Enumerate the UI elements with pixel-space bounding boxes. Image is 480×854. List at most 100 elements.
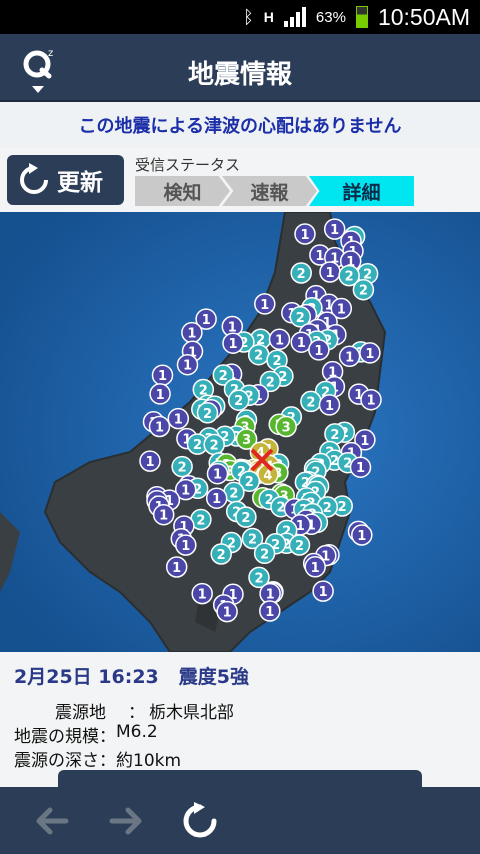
svg-text:2: 2 bbox=[229, 486, 238, 501]
intensity-marker-2: 2 bbox=[203, 433, 225, 456]
svg-text:1: 1 bbox=[183, 359, 192, 374]
tsunami-banner: この地震による津波の心配はありません bbox=[0, 102, 480, 148]
svg-text:1: 1 bbox=[330, 223, 339, 238]
svg-text:1: 1 bbox=[213, 468, 222, 483]
intensity-marker-1: 1 bbox=[308, 339, 330, 361]
svg-text:2: 2 bbox=[330, 428, 339, 443]
svg-text:1: 1 bbox=[202, 313, 211, 328]
intensity-marker-2: 2 bbox=[290, 262, 312, 284]
info-row-depth: 震源の深さ ： 約10km bbox=[14, 746, 181, 771]
intensity-marker-1: 1 bbox=[167, 407, 190, 430]
intensity-marker-2: 2 bbox=[227, 389, 250, 411]
svg-text:1: 1 bbox=[319, 585, 328, 600]
svg-text:1: 1 bbox=[311, 561, 320, 576]
svg-text:2: 2 bbox=[323, 501, 332, 516]
intensity-marker-1: 1 bbox=[304, 556, 326, 578]
intensity-marker-1: 1 bbox=[268, 328, 291, 351]
clock: 10:50AM bbox=[377, 3, 470, 30]
reload-icon bbox=[183, 802, 217, 838]
svg-text:1: 1 bbox=[315, 249, 324, 264]
svg-text:1: 1 bbox=[357, 529, 366, 544]
intensity-marker-1: 1 bbox=[148, 415, 171, 438]
svg-text:1: 1 bbox=[297, 336, 306, 351]
back-button[interactable] bbox=[32, 801, 72, 841]
intensity-marker-1: 1 bbox=[149, 383, 171, 405]
svg-text:1: 1 bbox=[172, 561, 181, 576]
battery-percent: 63% bbox=[315, 8, 346, 26]
svg-text:1: 1 bbox=[345, 350, 354, 365]
system-status-bar: ᛒ H 63% 10:50AM bbox=[0, 0, 480, 34]
reload-button[interactable] bbox=[180, 801, 220, 841]
svg-text:1: 1 bbox=[366, 394, 375, 409]
arrow-left-icon bbox=[36, 807, 69, 835]
intensity-marker-1: 1 bbox=[294, 223, 316, 245]
max-intensity: 震度5強 bbox=[178, 666, 249, 688]
svg-text:1: 1 bbox=[265, 605, 274, 620]
receive-status-steps: 検知 速報 詳細 bbox=[135, 176, 414, 206]
intensity-marker-2: 2 bbox=[352, 278, 375, 301]
intensity-marker-2: 2 bbox=[324, 423, 346, 445]
svg-text:2: 2 bbox=[234, 394, 243, 409]
intensity-marker-1: 1 bbox=[351, 524, 373, 546]
svg-text:2: 2 bbox=[338, 500, 347, 515]
bluetooth-icon: ᛒ bbox=[242, 6, 254, 27]
arrow-right-icon bbox=[109, 807, 142, 835]
intensity-marker-1: 1 bbox=[176, 353, 199, 376]
intensity-marker-1: 1 bbox=[165, 556, 188, 578]
intensity-marker-3: 3 bbox=[275, 415, 297, 438]
intensity-marker-2: 2 bbox=[288, 534, 311, 556]
receive-status-caption: 受信ステータス bbox=[135, 156, 241, 174]
intensity-marker-2: 2 bbox=[210, 543, 232, 565]
intensity-marker-1: 1 bbox=[360, 388, 382, 411]
svg-text:2: 2 bbox=[196, 514, 205, 529]
control-row: 更新 受信ステータス 検知 速報 詳細 bbox=[0, 148, 480, 212]
info-key: 震源地 bbox=[55, 703, 106, 723]
map-canvas: 1121111112222111211212111111121222111121… bbox=[0, 212, 480, 652]
intensity-marker-1: 1 bbox=[349, 456, 372, 478]
svg-text:1: 1 bbox=[187, 327, 196, 342]
svg-text:1: 1 bbox=[300, 228, 309, 243]
svg-text:1: 1 bbox=[181, 484, 190, 499]
svg-text:1: 1 bbox=[325, 399, 334, 414]
svg-text:1: 1 bbox=[212, 492, 221, 507]
svg-text:2: 2 bbox=[254, 349, 263, 364]
svg-text:1: 1 bbox=[145, 455, 154, 470]
intensity-marker-1: 1 bbox=[359, 342, 381, 364]
intensity-marker-1: 1 bbox=[222, 332, 244, 354]
svg-text:3: 3 bbox=[242, 433, 251, 448]
intensity-marker-2: 2 bbox=[253, 542, 276, 565]
forward-button[interactable] bbox=[106, 801, 146, 841]
battery-icon bbox=[355, 6, 368, 28]
intensity-marker-2: 2 bbox=[196, 402, 219, 424]
info-key: 地震の規模 bbox=[14, 727, 99, 747]
svg-text:1: 1 bbox=[198, 588, 207, 603]
svg-text:1: 1 bbox=[159, 509, 168, 524]
intensity-marker-1: 1 bbox=[139, 450, 161, 472]
refresh-icon bbox=[20, 163, 48, 194]
svg-text:1: 1 bbox=[158, 369, 167, 384]
signal-icon bbox=[283, 7, 306, 27]
svg-text:2: 2 bbox=[217, 548, 226, 563]
svg-text:2: 2 bbox=[248, 533, 257, 548]
svg-text:1: 1 bbox=[260, 298, 269, 313]
svg-text:1: 1 bbox=[365, 347, 374, 362]
svg-text:1: 1 bbox=[174, 413, 183, 428]
intensity-marker-1: 1 bbox=[151, 364, 174, 386]
intensity-marker-1: 1 bbox=[152, 503, 175, 526]
intensity-marker-2: 2 bbox=[247, 343, 270, 366]
intensity-marker-1: 1 bbox=[319, 261, 341, 283]
step-flash: 速報 bbox=[222, 176, 317, 206]
svg-text:2: 2 bbox=[260, 547, 269, 562]
intensity-marker-1: 1 bbox=[318, 394, 341, 416]
intensity-map[interactable]: 1121111112222111211212111111121222111121… bbox=[0, 212, 480, 652]
svg-text:2: 2 bbox=[245, 475, 254, 490]
svg-text:2: 2 bbox=[266, 375, 275, 390]
svg-text:2: 2 bbox=[193, 438, 202, 453]
refresh-button[interactable]: 更新 bbox=[7, 155, 124, 205]
svg-text:2: 2 bbox=[254, 571, 263, 586]
svg-text:1: 1 bbox=[360, 434, 369, 449]
svg-text:2: 2 bbox=[241, 511, 250, 526]
svg-text:1: 1 bbox=[228, 337, 237, 352]
network-type: H bbox=[263, 9, 274, 25]
intensity-marker-1: 1 bbox=[254, 293, 276, 315]
